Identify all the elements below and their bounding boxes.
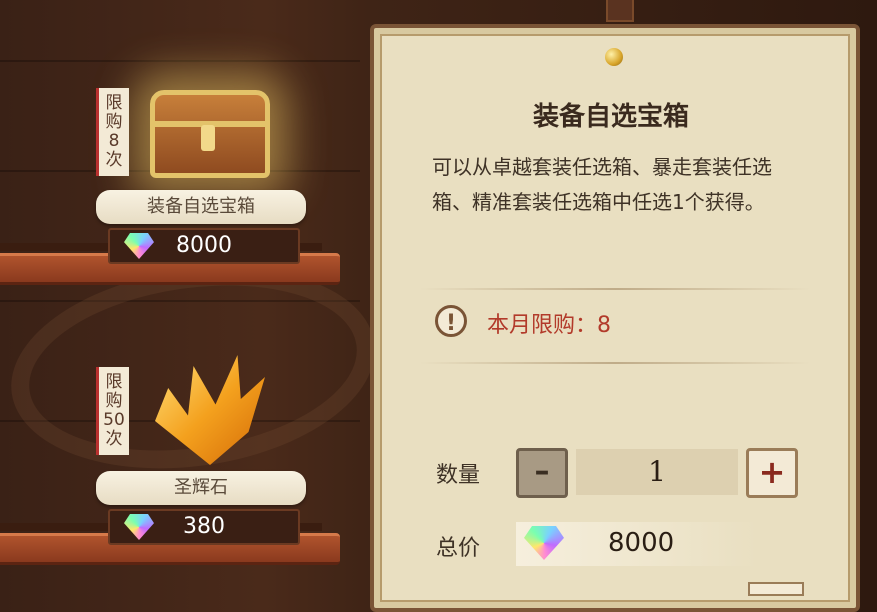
item-price-box: 8000: [108, 228, 300, 264]
limit-char: 购: [105, 112, 123, 132]
decrease-quantity-button[interactable]: –: [516, 448, 568, 498]
divider: [420, 362, 810, 364]
diamond-gem-icon: [124, 233, 154, 259]
limit-char: 限: [105, 372, 123, 392]
total-price-label: 总价: [436, 536, 481, 561]
panel-hanger: [606, 0, 634, 22]
increase-quantity-button[interactable]: +: [746, 448, 798, 498]
diamond-gem-icon: [124, 514, 154, 540]
detail-description: 可以从卓越套装任选箱、暴走套装任选箱、精准套装任选箱中任选1个获得。: [432, 155, 772, 214]
plank-line: [0, 60, 360, 62]
total-price-value: 8000: [608, 528, 675, 558]
monthly-limit-text: 本月限购：8: [487, 313, 611, 338]
limit-char: 购: [105, 391, 123, 411]
item-price: 380: [183, 514, 225, 539]
quantity-label: 数量: [436, 463, 481, 488]
pin-icon: [605, 48, 623, 66]
divider: [420, 288, 810, 290]
partial-bottom-button[interactable]: [748, 582, 804, 596]
item-price: 8000: [176, 233, 232, 258]
detail-title: 装备自选宝箱: [532, 102, 689, 132]
item-name: 装备自选宝箱: [96, 190, 306, 224]
exclamation-icon: !: [435, 305, 467, 337]
quantity-value[interactable]: 1: [576, 449, 738, 495]
item-price-box: 380: [108, 509, 300, 545]
item-name: 圣辉石: [96, 471, 306, 505]
limit-char: 限: [105, 93, 123, 113]
